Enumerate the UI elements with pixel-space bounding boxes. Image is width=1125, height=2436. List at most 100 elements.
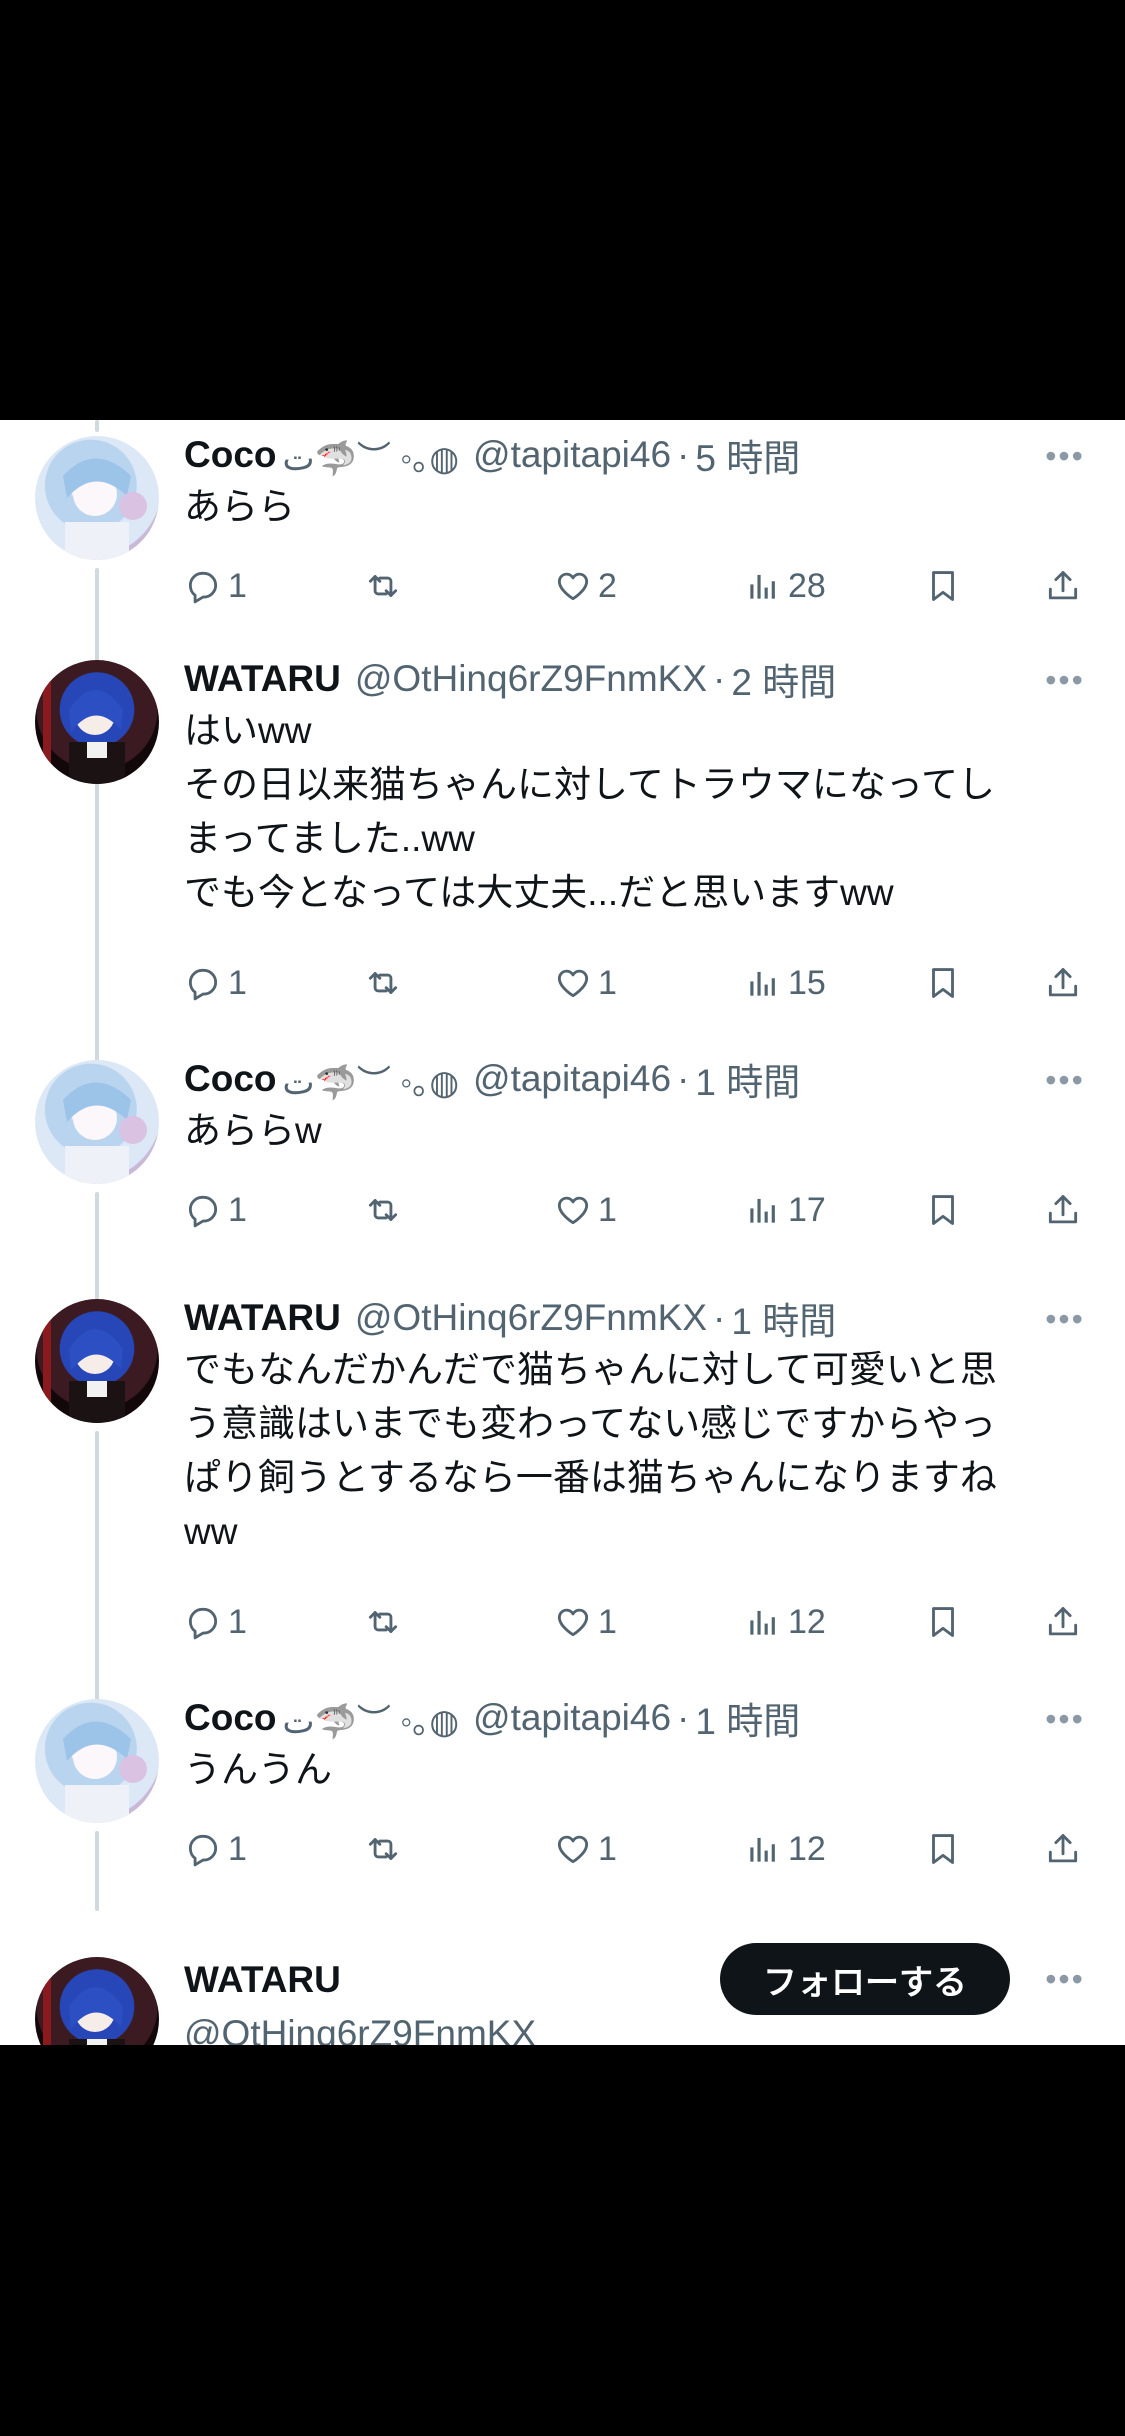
avatar[interactable] [35,1957,159,2045]
share-icon [1044,1191,1082,1229]
display-name[interactable]: Coco [184,434,277,476]
username[interactable]: @tapitapi46 [473,1058,671,1100]
display-name[interactable]: WATARU [184,658,341,700]
text-line: あらら [184,486,295,527]
repost-button[interactable] [364,958,402,1008]
action-bar: 1 1 12 [184,1597,1084,1647]
share-button[interactable] [1044,1824,1082,1874]
reply-button[interactable]: 1 [184,1824,247,1874]
bookmark-button[interactable] [924,958,962,1008]
views-icon [744,1191,782,1229]
reply-button[interactable]: 1 [184,561,247,611]
username[interactable]: @OtHinq6rZ9FnmKX [355,1297,707,1339]
display-name[interactable]: Coco [184,1697,277,1739]
views-count: 15 [788,963,826,1002]
bookmark-icon [924,1191,962,1229]
action-bar: 1 1 15 [184,958,1084,1008]
more-icon[interactable]: ••• [1035,1299,1095,1339]
display-name[interactable]: WATARU [184,1297,341,1339]
views-icon [744,964,782,1002]
views-button[interactable]: 12 [744,1824,826,1874]
username[interactable]: @OtHinq6rZ9FnmKX [355,658,707,700]
bookmark-button[interactable] [924,1597,962,1647]
tweet[interactable]: Coco ت🦈︶ ◦｡◍ @tapitapi46 · 1 時間 ••• うんうん… [0,1697,1125,1939]
repost-button[interactable] [364,561,402,611]
views-icon [744,1830,782,1868]
avatar[interactable] [35,1060,159,1184]
text-line: う意識はいまでも変わってない感じですからやっ [184,1403,997,1444]
username[interactable]: @OtHinq6rZ9FnmKX [184,2013,536,2045]
timestamp[interactable]: 1 時間 [695,1052,800,1106]
more-icon[interactable]: ••• [1035,660,1095,700]
more-icon[interactable]: ••• [1035,1699,1095,1739]
like-button[interactable]: 1 [554,1824,617,1874]
share-button[interactable] [1044,1597,1082,1647]
action-bar: 1 2 28 [184,561,1084,611]
like-button[interactable]: 1 [554,1597,617,1647]
repost-button[interactable] [364,1824,402,1874]
avatar[interactable] [35,1299,159,1423]
reply-button[interactable]: 1 [184,1185,247,1235]
conversation-thread: Coco ت🦈︶ ◦｡◍ @tapitapi46 · 5 時間 ••• あらら … [0,420,1125,2045]
text-line: ww [184,1511,238,1552]
more-icon[interactable]: ••• [1035,436,1095,476]
text-line: ぱり飼うとするなら一番は猫ちゃんになりますね [184,1457,997,1498]
share-button[interactable] [1044,958,1082,1008]
tweet[interactable]: WATARU @OtHinq6rZ9FnmKX フォローする ••• [0,1943,1125,2045]
avatar[interactable] [35,436,159,560]
text-line: はいww [184,710,312,751]
share-icon [1044,964,1082,1002]
views-button[interactable]: 12 [744,1597,826,1647]
username[interactable]: @tapitapi46 [473,434,671,476]
heart-icon [554,1191,592,1229]
reply-icon [184,1830,222,1868]
reply-button[interactable]: 1 [184,1597,247,1647]
views-count: 17 [788,1190,826,1229]
bookmark-icon [924,1603,962,1641]
bookmark-icon [924,567,962,605]
text-line: でもなんだかんだで猫ちゃんに対して可愛いと思 [184,1349,997,1390]
timestamp[interactable]: 5 時間 [695,428,800,482]
like-button[interactable]: 2 [554,561,617,611]
reply-button[interactable]: 1 [184,958,247,1008]
reply-icon [184,1191,222,1229]
share-icon [1044,1603,1082,1641]
name-emoji: ت🦈︶ ◦｡◍ [282,1063,460,1102]
more-icon[interactable]: ••• [1035,1959,1095,1999]
thread-line [95,792,99,1075]
views-button[interactable]: 15 [744,958,826,1008]
reply-count: 1 [228,566,247,605]
repost-icon [364,1603,402,1641]
tweet[interactable]: Coco ت🦈︶ ◦｡◍ @tapitapi46 · 1 時間 ••• あららw… [0,1058,1125,1327]
views-count: 12 [788,1829,826,1868]
views-button[interactable]: 28 [744,561,826,611]
more-icon[interactable]: ••• [1035,1060,1095,1100]
share-button[interactable] [1044,1185,1082,1235]
share-button[interactable] [1044,561,1082,611]
like-count: 1 [598,1190,617,1229]
avatar[interactable] [35,1699,159,1823]
tweet[interactable]: WATARU @OtHinq6rZ9FnmKX · 2 時間 ••• はいww … [0,658,1125,1080]
repost-button[interactable] [364,1597,402,1647]
repost-icon [364,1191,402,1229]
views-count: 12 [788,1602,826,1641]
display-name[interactable]: WATARU [184,1959,341,2001]
follow-button[interactable]: フォローする [720,1943,1010,2015]
display-name[interactable]: Coco [184,1058,277,1100]
repost-button[interactable] [364,1185,402,1235]
separator-dot: · [677,434,690,475]
username[interactable]: @tapitapi46 [473,1697,671,1739]
like-button[interactable]: 1 [554,1185,617,1235]
timestamp[interactable]: 1 時間 [731,1291,836,1345]
views-button[interactable]: 17 [744,1185,826,1235]
timestamp[interactable]: 2 時間 [731,652,836,706]
bookmark-button[interactable] [924,1824,962,1874]
bookmark-button[interactable] [924,1185,962,1235]
timestamp[interactable]: 1 時間 [695,1691,800,1745]
like-button[interactable]: 1 [554,958,617,1008]
heart-icon [554,964,592,1002]
tweet[interactable]: WATARU @OtHinq6rZ9FnmKX · 1 時間 ••• でもなんだ… [0,1297,1125,1719]
avatar[interactable] [35,660,159,784]
bookmark-button[interactable] [924,561,962,611]
heart-icon [554,1603,592,1641]
